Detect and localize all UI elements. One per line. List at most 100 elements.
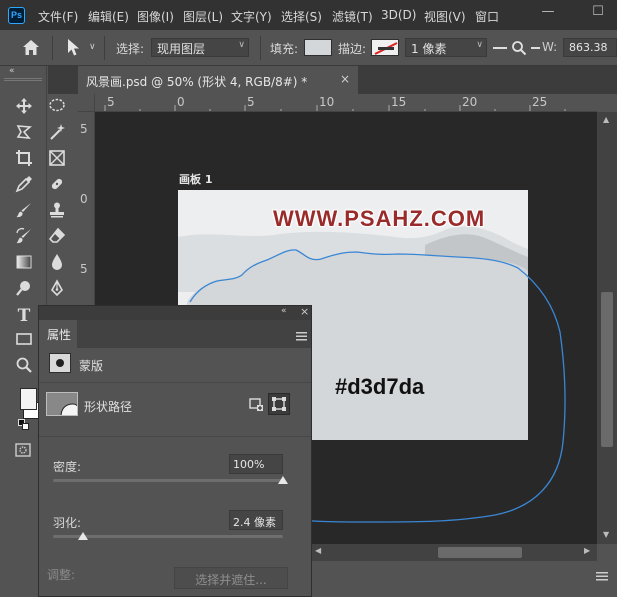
mask-label: 蒙版 <box>79 359 104 373</box>
stroke-width-dropdown[interactable]: 1 像素 ∨ <box>405 38 487 57</box>
search-icon[interactable] <box>511 40 527 59</box>
panel-menu-icon[interactable] <box>596 570 608 584</box>
maximize-button[interactable]: ☐ <box>586 4 610 22</box>
path-selection-tool-icon[interactable] <box>66 38 80 60</box>
collapse-panel-icon[interactable]: « <box>281 306 287 316</box>
scroll-down-icon[interactable]: ▼ <box>603 530 609 539</box>
chevron-down-icon: ∨ <box>238 40 245 50</box>
clone-stamp-tool-icon[interactable] <box>46 201 68 223</box>
density-label: 密度: <box>53 460 82 474</box>
mask-type-icon <box>49 353 71 373</box>
shape-path-label: 形状路径 <box>84 400 133 414</box>
gradient-tool-icon[interactable] <box>13 253 35 275</box>
select-dropdown-value: 现用图层 <box>157 42 206 56</box>
scroll-right-icon[interactable]: ▶ <box>584 546 590 555</box>
stroke-label: 描边: <box>338 42 367 56</box>
menu-type[interactable]: 文字(Y) <box>231 8 272 25</box>
stroke-width-value: 1 像素 <box>411 42 447 56</box>
marquee-tool-icon[interactable] <box>46 97 68 119</box>
pen-tool-icon[interactable] <box>46 279 68 301</box>
scroll-left-icon[interactable]: ◀ <box>315 546 321 555</box>
vertical-scrollbar[interactable]: ▲ ▼ <box>597 112 617 544</box>
status-area <box>312 561 617 597</box>
tab-properties[interactable]: 属性 <box>39 320 77 348</box>
feather-slider-thumb[interactable] <box>78 532 88 540</box>
stroke-style-line-icon[interactable] <box>493 47 507 49</box>
path-selection-button[interactable] <box>268 393 290 415</box>
quick-mask-icon[interactable] <box>15 443 31 460</box>
density-value: 100% <box>233 458 265 471</box>
collapse-toolbar-icon[interactable]: « <box>9 66 15 76</box>
horizontal-scrollbar[interactable]: ◀ ▶ <box>312 544 597 561</box>
history-brush-tool-icon[interactable] <box>13 227 35 249</box>
stroke-color-swatch[interactable] <box>371 39 399 56</box>
color-annotation-text: #d3d7da <box>335 374 425 399</box>
dodge-tool-icon[interactable] <box>13 279 35 301</box>
menu-3d[interactable]: 3D(D) <box>381 8 416 22</box>
select-and-mask-button[interactable]: 选择并遮住... <box>174 567 288 589</box>
scroll-up-icon[interactable]: ▲ <box>603 115 609 124</box>
density-input[interactable]: 100% <box>229 454 283 474</box>
frame-tool-icon[interactable] <box>46 149 68 171</box>
minimize-button[interactable]: — <box>536 4 560 22</box>
select-dropdown[interactable]: 现用图层 ∨ <box>151 38 249 57</box>
chevron-down-icon: ∨ <box>476 40 483 50</box>
horizontal-scroll-thumb[interactable] <box>438 547 522 558</box>
menu-layer[interactable]: 图层(L) <box>183 8 223 25</box>
fill-color-swatch[interactable] <box>304 39 332 56</box>
document-tab-title: 风景画.psd @ 50% (形状 4, RGB/8#) * <box>86 75 308 89</box>
crop-tool-icon[interactable] <box>13 149 35 171</box>
ruler-corner <box>78 94 95 112</box>
panel-menu-icon[interactable] <box>296 330 307 344</box>
watermark-text: WWW.PSAHZ.COM <box>273 206 486 231</box>
healing-brush-tool-icon[interactable] <box>46 175 68 197</box>
default-colors-icon[interactable] <box>18 419 30 434</box>
shape-path-thumbnail[interactable] <box>46 392 78 416</box>
feather-input[interactable]: 2.4 像素 <box>229 510 283 530</box>
feather-value: 2.4 像素 <box>233 516 276 529</box>
fill-label: 填充: <box>270 42 299 56</box>
w-label: W: <box>542 40 558 54</box>
home-icon[interactable] <box>22 39 40 59</box>
document-tab-bar: 风景画.psd @ 50% (形状 4, RGB/8#) * × <box>48 66 617 94</box>
document-tab[interactable]: 风景画.psd @ 50% (形状 4, RGB/8#) * × <box>78 66 358 94</box>
add-mask-icon[interactable] <box>249 398 264 415</box>
move-tool-icon[interactable] <box>13 97 35 119</box>
vertical-scroll-thumb[interactable] <box>601 292 613 447</box>
ruler-label: 0 <box>80 192 88 206</box>
horizontal-ruler[interactable]: 5 0 5 10 15 20 25 <box>95 94 597 112</box>
foreground-color-swatch[interactable] <box>20 388 37 410</box>
tool-preset-chevron-icon[interactable]: ∨ <box>89 42 96 52</box>
menu-edit[interactable]: 编辑(E) <box>88 8 129 25</box>
eyedropper-tool-icon[interactable] <box>13 175 35 197</box>
menu-window[interactable]: 窗口 <box>475 8 499 25</box>
lasso-tool-icon[interactable] <box>13 123 35 145</box>
width-value: 863.38 <box>569 41 608 54</box>
close-icon[interactable]: × <box>340 72 350 86</box>
width-input[interactable]: 863.38 <box>563 38 617 57</box>
ruler-label: 5 <box>80 262 88 276</box>
type-tool-icon[interactable]: T <box>13 305 35 327</box>
close-panel-icon[interactable]: × <box>300 305 309 318</box>
density-slider-thumb[interactable] <box>278 476 288 484</box>
photoshop-logo-icon: Ps <box>8 7 25 24</box>
menu-image[interactable]: 图像(I) <box>137 8 174 25</box>
panel-header[interactable]: « × <box>39 305 311 320</box>
toolbar-grip[interactable] <box>4 78 42 81</box>
eraser-tool-icon[interactable] <box>46 227 68 249</box>
stroke-align-icon[interactable] <box>531 47 540 49</box>
ruler-label: 5 <box>80 122 88 136</box>
menu-file[interactable]: 文件(F) <box>38 8 78 25</box>
select-label: 选择: <box>116 42 145 56</box>
density-slider[interactable] <box>53 479 283 482</box>
menu-select[interactable]: 选择(S) <box>281 8 322 25</box>
zoom-tool-icon[interactable] <box>13 356 35 378</box>
tab-properties-label: 属性 <box>47 328 72 342</box>
magic-wand-tool-icon[interactable] <box>46 123 68 145</box>
blur-tool-icon[interactable] <box>46 253 68 275</box>
menu-view[interactable]: 视图(V) <box>424 8 466 25</box>
brush-tool-icon[interactable] <box>13 201 35 223</box>
rectangle-tool-icon[interactable] <box>13 330 35 352</box>
options-bar: ∨ 选择: 现用图层 ∨ 填充: 描边: 1 像素 ∨ W: 863.38 <box>0 30 617 66</box>
menu-filter[interactable]: 滤镜(T) <box>332 8 373 25</box>
